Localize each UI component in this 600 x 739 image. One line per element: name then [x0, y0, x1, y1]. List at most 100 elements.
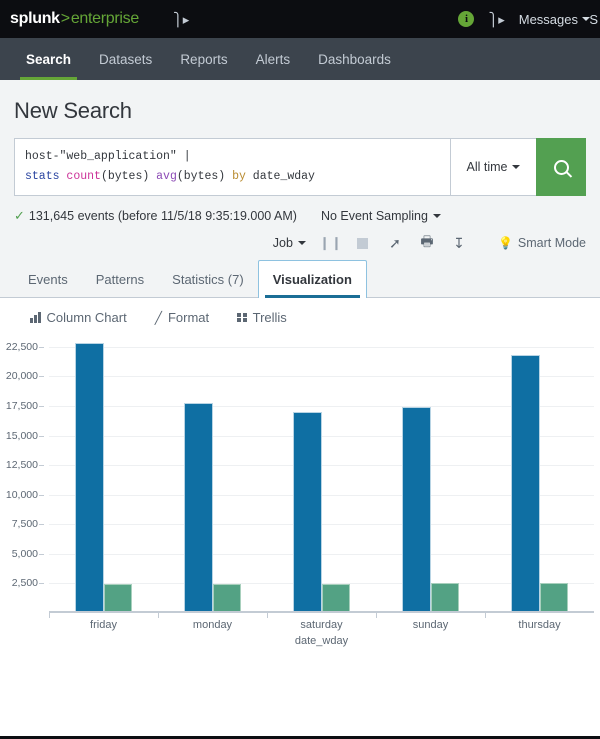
token-bytes-2: (bytes): [177, 170, 232, 183]
visualization-panel: Column Chart ╱ Format Trellis 2,500 5,000…: [0, 298, 600, 688]
tab-events[interactable]: Events: [14, 261, 82, 297]
chart-trellis-button[interactable]: Trellis: [237, 310, 287, 325]
time-range-label: All time: [467, 160, 508, 174]
y-tick-mark: [39, 554, 44, 555]
global-topbar: splunk>enterprise ⎫▸ i ⎫▸ Messages S: [0, 0, 600, 38]
export-icon[interactable]: ↧: [452, 236, 466, 250]
tab-label-visualization: Visualization: [273, 272, 352, 287]
y-tick-label: 15,000: [6, 430, 38, 442]
bar-avg[interactable]: [104, 584, 132, 612]
y-tick-label: 10,000: [6, 489, 38, 501]
token-count: count: [66, 170, 101, 183]
chevron-down-icon: [298, 241, 306, 245]
bar-group: [485, 335, 594, 612]
splunk-logo[interactable]: splunk>enterprise: [10, 10, 139, 28]
y-tick-mark: [39, 347, 44, 348]
chart-format-label: Format: [168, 310, 209, 325]
x-tick-mark: [376, 613, 377, 618]
pause-icon[interactable]: ❙❙: [324, 236, 338, 250]
job-toolbar: Job ❙❙ ➚ 🖶 ↧ 💡 Smart Mode: [14, 230, 586, 260]
job-label: Job: [273, 236, 293, 250]
info-icon[interactable]: i: [458, 11, 474, 27]
x-tick-text: thursday: [518, 619, 560, 631]
y-tick-mark: [39, 583, 44, 584]
result-tabs: Events Patterns Statistics (7) Visualiza…: [0, 260, 600, 298]
bar-group: [267, 335, 376, 612]
bar-count[interactable]: [184, 403, 212, 612]
tab-patterns[interactable]: Patterns: [82, 261, 158, 297]
search-mode-selector[interactable]: 💡 Smart Mode: [498, 236, 586, 250]
bar-groups: [49, 335, 594, 612]
search-query-line-2: stats count(bytes) avg(bytes) by date_wd…: [25, 167, 440, 187]
bar-chart-icon: [30, 312, 41, 323]
bar-count[interactable]: [293, 412, 321, 612]
bar-count[interactable]: [402, 407, 430, 612]
y-tick-mark: [39, 376, 44, 377]
x-tick-text: monday: [193, 619, 232, 631]
bar-avg[interactable]: [431, 583, 459, 612]
nav-item-search[interactable]: Search: [12, 38, 85, 80]
activity-glyph: ⎫▸: [488, 13, 504, 26]
x-tick-label: sunday: [376, 613, 485, 635]
x-tick-label: friday: [49, 613, 158, 635]
print-icon[interactable]: 🖶: [420, 236, 434, 250]
chart-type-label: Column Chart: [47, 310, 127, 325]
tab-label-events: Events: [28, 272, 68, 287]
y-tick-label: 2,500: [12, 577, 38, 589]
y-tick-label: 7,500: [12, 518, 38, 530]
y-tick-mark: [39, 436, 44, 437]
results-summary-row: ✓ 131,645 events (before 11/5/18 9:35:19…: [14, 196, 586, 230]
bar-avg[interactable]: [213, 584, 241, 612]
bar-count[interactable]: [75, 343, 103, 612]
messages-label: Messages: [519, 12, 578, 27]
nav-label-search: Search: [26, 52, 71, 67]
event-count-block: ✓ 131,645 events (before 11/5/18 9:35:19…: [14, 208, 297, 224]
chart-plot-area: 2,5005,0007,50010,00012,50015,00017,5002…: [0, 335, 600, 653]
x-tick-mark: [267, 613, 268, 618]
grid-icon: [237, 313, 247, 323]
chart-format-button[interactable]: ╱ Format: [155, 310, 209, 325]
activity-flag-icon[interactable]: ⎫▸: [488, 13, 504, 26]
plot-canvas: [49, 335, 594, 613]
event-sampling-label: No Event Sampling: [321, 209, 428, 223]
y-tick-mark: [39, 524, 44, 525]
bar-avg[interactable]: [540, 583, 568, 612]
search-mode-label: Smart Mode: [518, 236, 586, 250]
nav-item-dashboards[interactable]: Dashboards: [304, 38, 405, 80]
event-sampling-menu[interactable]: No Event Sampling: [321, 209, 441, 223]
x-tick-mark: [485, 613, 486, 618]
tab-statistics[interactable]: Statistics (7): [158, 261, 258, 297]
logo-splunk-text: splunk: [10, 10, 60, 28]
job-menu[interactable]: Job: [273, 236, 306, 250]
nav-item-alerts[interactable]: Alerts: [242, 38, 305, 80]
nav-item-reports[interactable]: Reports: [166, 38, 241, 80]
tab-visualization[interactable]: Visualization: [258, 260, 367, 298]
token-stats: stats: [25, 170, 60, 183]
tab-label-patterns: Patterns: [96, 272, 144, 287]
logo-separator: >: [61, 10, 70, 28]
chevron-down-icon: [433, 214, 441, 218]
search-input[interactable]: host-"web_application" | stats count(byt…: [14, 138, 450, 196]
time-range-picker[interactable]: All time: [450, 138, 536, 196]
app-flag-icon[interactable]: ⎫▸: [173, 13, 189, 26]
messages-menu[interactable]: Messages: [519, 12, 590, 27]
x-tick-text: saturday: [300, 619, 342, 631]
settings-menu-partial[interactable]: S: [589, 12, 598, 27]
nav-label-reports: Reports: [180, 52, 227, 67]
token-date-wday: date_wday: [246, 170, 315, 183]
bar-count[interactable]: [511, 355, 539, 612]
search-submit-button[interactable]: [536, 138, 586, 196]
bar-group: [158, 335, 267, 612]
tab-label-statistics: Statistics (7): [172, 272, 244, 287]
share-icon[interactable]: ➚: [388, 236, 402, 250]
token-avg: avg: [156, 170, 177, 183]
bar-avg[interactable]: [322, 584, 350, 612]
y-tick-label: 5,000: [12, 548, 38, 560]
chart-type-selector[interactable]: Column Chart: [30, 310, 127, 325]
nav-item-datasets[interactable]: Datasets: [85, 38, 166, 80]
search-bar-row: host-"web_application" | stats count(byt…: [14, 138, 586, 196]
stop-icon[interactable]: [356, 236, 370, 250]
bar-group: [49, 335, 158, 612]
x-tick-mark: [158, 613, 159, 618]
chart-trellis-label: Trellis: [253, 310, 287, 325]
